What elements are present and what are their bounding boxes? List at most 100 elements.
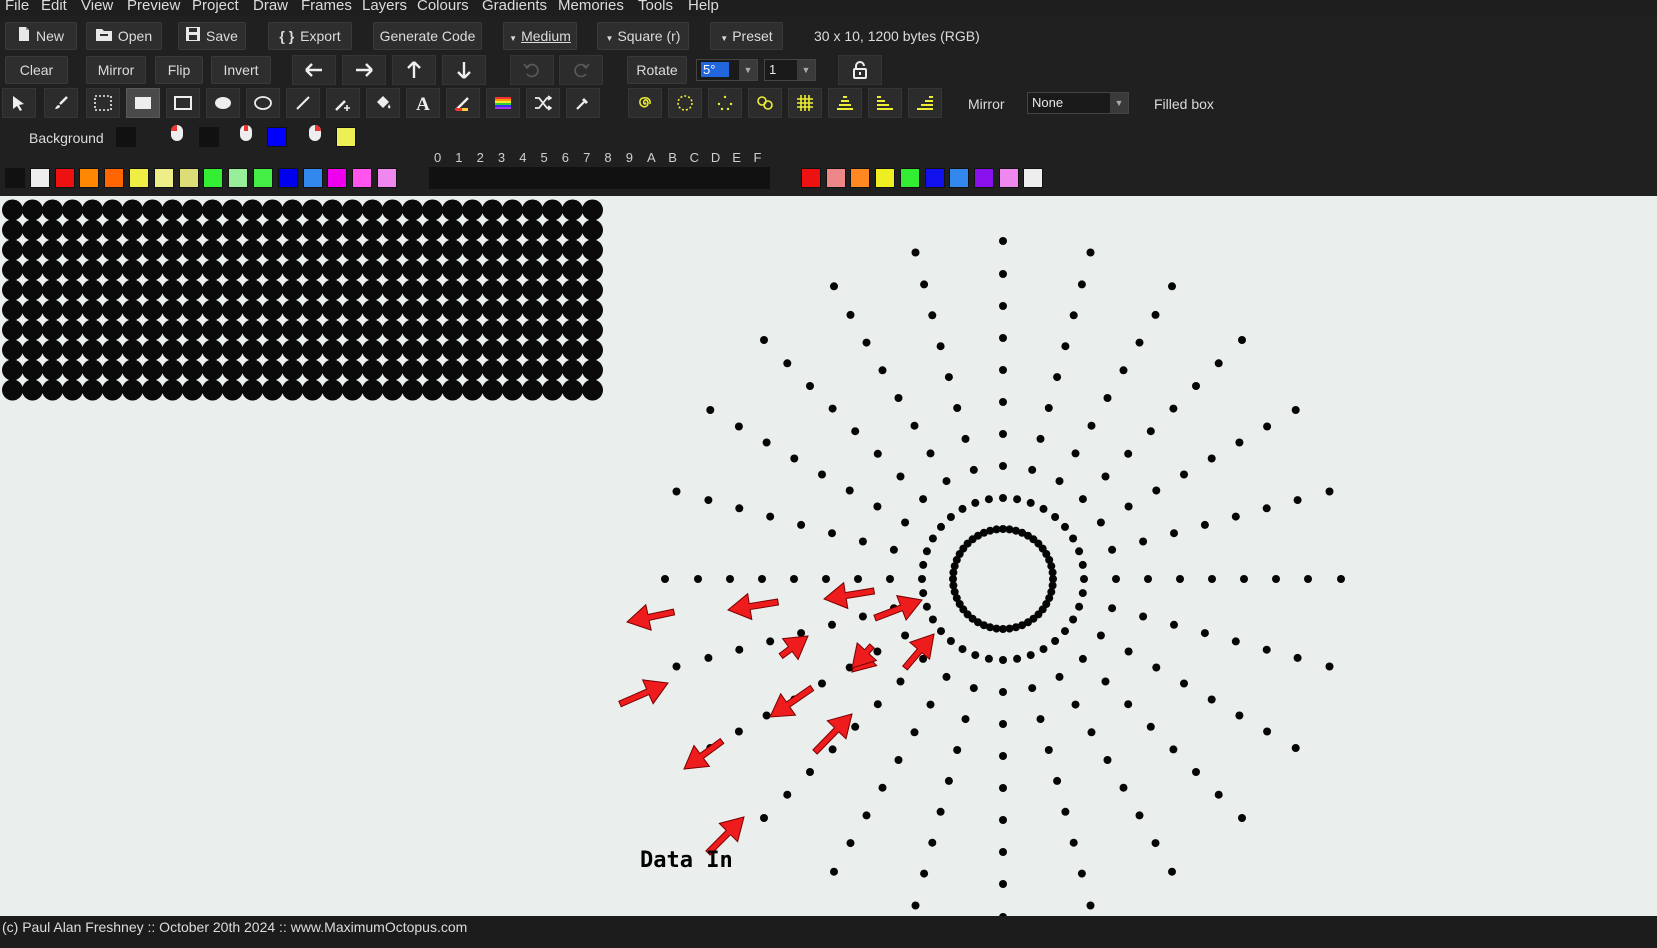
circle-tool[interactable]	[246, 88, 280, 118]
palette-swatch[interactable]	[203, 168, 224, 188]
rotate-count-select[interactable]: 1 ▼	[764, 59, 816, 81]
box-tool[interactable]	[166, 88, 200, 118]
multi-draw-tool[interactable]	[326, 88, 360, 118]
gradient-swatch[interactable]	[924, 168, 945, 188]
palette-swatch[interactable]	[104, 168, 125, 188]
palette-swatch[interactable]	[377, 168, 397, 188]
background-colour-swatch[interactable]	[116, 127, 136, 147]
select-tool[interactable]	[2, 88, 36, 118]
spoke-led	[1124, 647, 1133, 656]
freehand-tool[interactable]	[44, 88, 78, 118]
menu-file[interactable]: File	[5, 0, 29, 14]
mirror-mode-select[interactable]: None ▼	[1027, 92, 1129, 114]
marquee-tool[interactable]	[86, 88, 120, 118]
menu-draw[interactable]: Draw	[253, 0, 288, 14]
menu-preview[interactable]: Preview	[127, 0, 180, 14]
scroll-down-button[interactable]	[442, 55, 486, 85]
palette-swatch[interactable]	[29, 168, 50, 188]
redo-button[interactable]	[559, 55, 603, 85]
random-tool[interactable]	[526, 88, 560, 118]
gradient-swatch[interactable]	[825, 168, 846, 188]
menu-colours[interactable]: Colours	[417, 0, 469, 14]
spoke-led	[1044, 404, 1053, 412]
menu-view[interactable]: View	[81, 0, 113, 14]
gradient-swatch[interactable]	[899, 168, 920, 188]
generate-code-button[interactable]: Generate Code	[373, 22, 482, 50]
scroll-up-button[interactable]	[392, 55, 436, 85]
gradient-swatch[interactable]	[998, 168, 1019, 188]
pixel-size-label: Medium	[521, 28, 571, 44]
line-tool[interactable]	[286, 88, 320, 118]
open-button[interactable]: Open	[86, 22, 162, 50]
undo-button[interactable]	[510, 55, 554, 85]
petals-tool[interactable]	[748, 88, 782, 118]
pyramid-tool[interactable]	[828, 88, 862, 118]
menu-help[interactable]: Help	[688, 0, 719, 14]
gradient-swatch[interactable]	[801, 168, 821, 188]
ring-tool[interactable]	[668, 88, 702, 118]
palette-swatch[interactable]	[54, 168, 75, 188]
pixel-size-dropdown[interactable]: ▼ Medium	[503, 22, 577, 50]
invert-button[interactable]: Invert	[211, 56, 271, 84]
gradient-swatch[interactable]	[973, 168, 994, 188]
preset-dropdown[interactable]: ▼ Preset	[710, 22, 783, 50]
mirror-button[interactable]: Mirror	[86, 56, 146, 84]
palette-swatch[interactable]	[228, 168, 249, 188]
flip-button[interactable]: Flip	[155, 56, 203, 84]
left-triangle-tool[interactable]	[868, 88, 902, 118]
menu-memories[interactable]: Memories	[558, 0, 624, 14]
menu-gradients[interactable]: Gradients	[482, 0, 547, 14]
lock-button[interactable]	[838, 55, 882, 85]
ring-led	[1051, 637, 1060, 645]
grid-tool[interactable]	[788, 88, 822, 118]
pixel-shape-dropdown[interactable]: ▼ Square (r)	[597, 22, 689, 50]
palette-swatch[interactable]	[352, 168, 373, 188]
right-mouse-colour-swatch[interactable]	[336, 127, 356, 147]
rotate-button[interactable]: Rotate	[627, 56, 687, 84]
menu-tools[interactable]: Tools	[638, 0, 673, 14]
fill-tool[interactable]	[366, 88, 400, 118]
gradient-brush-tool[interactable]	[446, 88, 480, 118]
menu-edit[interactable]: Edit	[41, 0, 67, 14]
scroll-right-button[interactable]	[342, 55, 386, 85]
palette-swatch[interactable]	[253, 168, 273, 188]
left-mouse-colour-swatch[interactable]	[199, 127, 219, 147]
gradient-tool[interactable]	[486, 88, 520, 118]
palette-swatch[interactable]	[302, 168, 323, 188]
flow-arrow	[683, 737, 725, 770]
gradient-swatch[interactable]	[949, 168, 970, 188]
filled-box-tool[interactable]	[126, 88, 160, 118]
rotate-angle-select[interactable]: 5° ▼	[696, 59, 758, 81]
palette-swatch[interactable]	[5, 168, 25, 188]
palette-swatch[interactable]	[129, 168, 149, 188]
right-triangle-tool[interactable]	[908, 88, 942, 118]
gradient-swatch[interactable]	[875, 168, 896, 188]
menu-project[interactable]: Project	[192, 0, 239, 14]
scroll-left-button[interactable]	[292, 55, 336, 85]
linked-rings-icon	[757, 96, 773, 110]
middle-mouse-colour-swatch[interactable]	[267, 127, 287, 147]
picker-tool[interactable]	[566, 88, 600, 118]
palette-swatch[interactable]	[79, 168, 100, 188]
gradient-swatch[interactable]	[1023, 168, 1044, 188]
text-tool[interactable]: A	[406, 88, 440, 118]
clear-button[interactable]: Clear	[5, 56, 68, 84]
memory-slots-bar[interactable]	[429, 167, 770, 189]
ring-led	[984, 495, 993, 504]
palette-swatch[interactable]	[153, 168, 174, 188]
export-button[interactable]: { } Export	[268, 22, 352, 50]
spoke-led	[1077, 869, 1086, 878]
spiral-tool[interactable]	[628, 88, 662, 118]
menu-layers[interactable]: Layers	[362, 0, 407, 14]
spoke-led	[1200, 629, 1209, 638]
palette-swatch[interactable]	[327, 168, 348, 188]
gradient-swatch[interactable]	[850, 168, 871, 188]
palette-swatch[interactable]	[178, 168, 199, 188]
filled-circle-tool[interactable]	[206, 88, 240, 118]
split-ring-tool[interactable]	[708, 88, 742, 118]
save-button[interactable]: Save	[178, 22, 246, 50]
menu-frames[interactable]: Frames	[301, 0, 352, 14]
memory-slot-label: A	[647, 150, 656, 165]
palette-swatch[interactable]	[277, 168, 298, 188]
new-button[interactable]: New	[5, 22, 77, 50]
